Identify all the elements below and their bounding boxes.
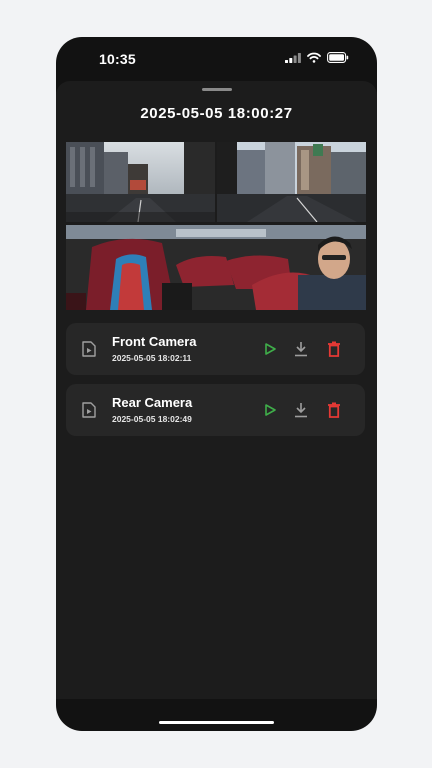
front-camera-right-view[interactable] bbox=[217, 142, 366, 222]
video-file-icon bbox=[82, 341, 96, 357]
home-indicator[interactable] bbox=[159, 721, 274, 724]
download-button[interactable] bbox=[291, 339, 311, 359]
play-icon bbox=[265, 404, 276, 416]
status-time: 10:35 bbox=[99, 51, 136, 67]
recording-timestamp: 2025-05-05 18:00:27 bbox=[140, 105, 293, 122]
trash-icon bbox=[328, 341, 340, 357]
delete-button[interactable] bbox=[324, 400, 344, 420]
phone-frame: 10:35 2025-05-05 18:00:27 Front Camera 2… bbox=[56, 37, 377, 731]
video-file-icon bbox=[82, 402, 96, 418]
file-date: 2025-05-05 18:02:49 bbox=[112, 414, 192, 424]
download-button[interactable] bbox=[291, 400, 311, 420]
front-camera-left-view[interactable] bbox=[66, 142, 215, 222]
download-icon bbox=[295, 403, 307, 418]
sheet-grabber[interactable] bbox=[202, 88, 232, 91]
file-name: Rear Camera bbox=[112, 395, 193, 410]
status-icons bbox=[285, 52, 349, 63]
play-button[interactable] bbox=[260, 339, 280, 359]
file-item-front-camera[interactable]: Front Camera 2025-05-05 18:02:11 bbox=[66, 323, 365, 375]
delete-button[interactable] bbox=[324, 339, 344, 359]
file-item-rear-camera[interactable]: Rear Camera 2025-05-05 18:02:49 bbox=[66, 384, 365, 436]
battery-icon bbox=[327, 52, 349, 63]
signal-icon bbox=[285, 52, 301, 63]
recording-sheet: 2025-05-05 18:00:27 Front Camera 2025-05… bbox=[56, 81, 377, 699]
status-bar: 10:35 bbox=[56, 37, 377, 81]
camera-preview-grid bbox=[66, 142, 366, 310]
wifi-icon bbox=[307, 52, 321, 63]
download-icon bbox=[295, 342, 307, 357]
play-button[interactable] bbox=[260, 400, 280, 420]
trash-icon bbox=[328, 402, 340, 418]
rear-camera-view[interactable] bbox=[66, 225, 366, 310]
file-date: 2025-05-05 18:02:11 bbox=[112, 353, 192, 363]
file-name: Front Camera bbox=[112, 334, 197, 349]
play-icon bbox=[265, 343, 276, 355]
